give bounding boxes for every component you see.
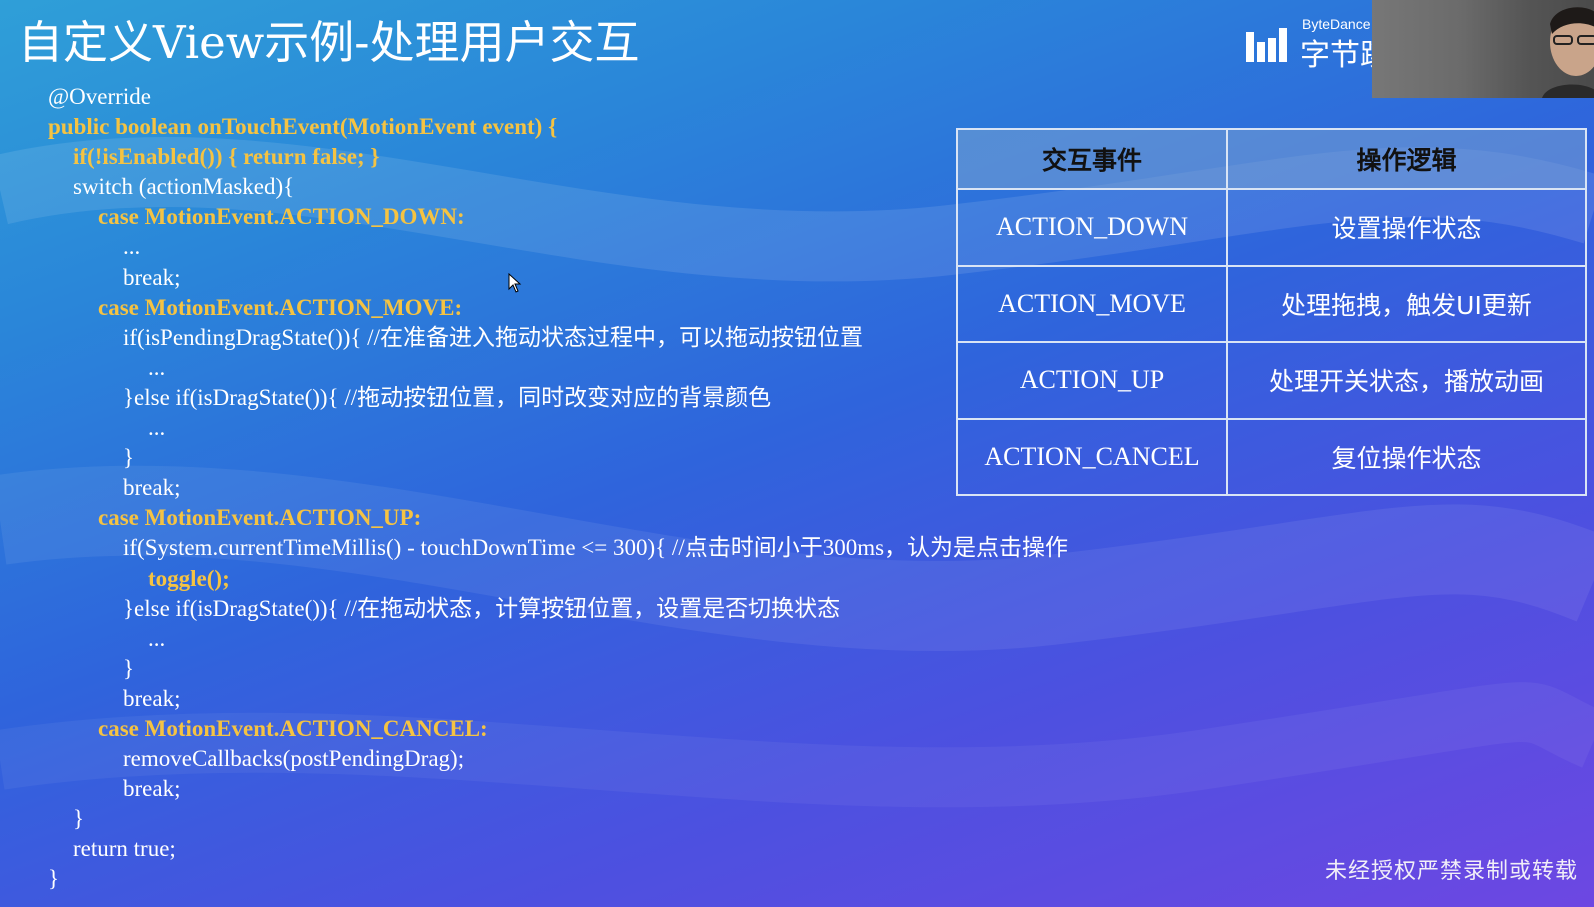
code-line: removeCallbacks(postPendingDrag); — [123, 746, 465, 772]
code-line: break; — [123, 776, 181, 802]
event-table-container: 交互事件 操作逻辑 ACTION_DOWN 设置操作状态 ACTION_MOVE… — [956, 128, 1587, 496]
code-line: switch (actionMasked){ — [73, 174, 295, 200]
code-line: ... — [123, 234, 141, 260]
event-cell: ACTION_CANCEL — [956, 417, 1228, 496]
code-line: ... — [148, 354, 166, 380]
table-row: ACTION_CANCEL 复位操作状态 — [956, 417, 1587, 496]
code-line: break; — [123, 264, 181, 290]
code-line: } — [123, 655, 135, 681]
code-line: ... — [148, 625, 166, 651]
logic-cell: 处理拖拽，触发UI更新 — [1226, 264, 1587, 343]
table-row: ACTION_DOWN 设置操作状态 — [956, 188, 1587, 267]
header-event: 交互事件 — [956, 128, 1228, 190]
event-cell: ACTION_UP — [956, 341, 1228, 420]
event-cell: ACTION_DOWN — [956, 188, 1228, 267]
code-line: if(System.currentTimeMillis() - touchDow… — [123, 535, 1069, 561]
code-line: ... — [148, 415, 166, 441]
code-line: if(isPendingDragState()){ //在准备进入拖动状态过程中… — [123, 324, 863, 350]
code-listing: @Override public boolean onTouchEvent(Mot… — [48, 82, 1069, 895]
table-row: ACTION_UP 处理开关状态，播放动画 — [956, 341, 1587, 420]
logic-cell: 复位操作状态 — [1226, 417, 1587, 496]
bytedance-bars-icon — [1246, 28, 1287, 62]
presenter-webcam — [1372, 0, 1594, 98]
code-line: case MotionEvent.ACTION_CANCEL: — [98, 715, 488, 741]
code-line: case MotionEvent.ACTION_DOWN: — [98, 204, 465, 230]
presenter-silhouette — [1542, 7, 1594, 98]
code-line: return true; — [73, 836, 176, 862]
code-line: case MotionEvent.ACTION_UP: — [98, 505, 422, 531]
copyright-disclaimer: 未经授权严禁录制或转载 — [1324, 859, 1578, 884]
bytedance-logo: ByteDance 字节跳 — [1246, 14, 1386, 74]
header-logic: 操作逻辑 — [1226, 128, 1587, 190]
slide-title: 自定义View示例-处理用户交互 — [18, 16, 640, 69]
table-row: ACTION_MOVE 处理拖拽，触发UI更新 — [956, 264, 1587, 343]
code-line: if(!isEnabled()) { return false; } — [73, 144, 380, 170]
code-line: public boolean onTouchEvent(MotionEvent … — [48, 114, 558, 140]
code-line: break; — [123, 475, 181, 501]
code-line: }else if(isDragState()){ //拖动按钮位置，同时改变对应… — [123, 384, 772, 410]
logic-cell: 处理开关状态，播放动画 — [1226, 341, 1587, 420]
mouse-cursor-icon — [508, 273, 522, 293]
code-line: } — [48, 866, 60, 892]
code-line: toggle(); — [148, 565, 230, 591]
code-line: }else if(isDragState()){ //在拖动状态，计算按钮位置，… — [123, 595, 841, 621]
code-line: break; — [123, 685, 181, 711]
code-line: @Override — [48, 84, 151, 109]
code-line: case MotionEvent.ACTION_MOVE: — [98, 294, 463, 320]
code-line: } — [123, 445, 135, 471]
event-cell: ACTION_MOVE — [956, 264, 1228, 343]
logic-cell: 设置操作状态 — [1226, 188, 1587, 267]
table-header-row: 交互事件 操作逻辑 — [956, 128, 1587, 190]
interaction-event-table: 交互事件 操作逻辑 ACTION_DOWN 设置操作状态 ACTION_MOVE… — [956, 128, 1587, 496]
code-line: } — [73, 806, 85, 832]
